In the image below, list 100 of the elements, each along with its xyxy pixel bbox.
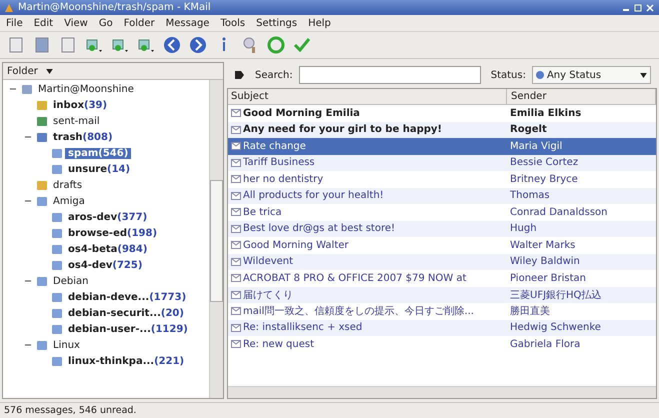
- subject-text: Good Morning Emilia: [243, 108, 360, 119]
- folder-item[interactable]: Martin@Moonshine: [35, 84, 137, 94]
- message-row[interactable]: 届けてくり 三菱UFJ銀行HQ払込: [228, 286, 656, 303]
- sender-text: Rogelt: [509, 124, 548, 136]
- message-row[interactable]: Re: installiksenc + xsed Hedwig Schwenke: [228, 320, 656, 336]
- envelope-icon: [231, 258, 241, 266]
- scrollbar[interactable]: [228, 386, 656, 398]
- message-row[interactable]: Be trica Conrad Danaldsson: [228, 204, 656, 220]
- menu-item[interactable]: Go: [98, 18, 113, 28]
- message-row[interactable]: ACROBAT 8 PRO & OFFICE 2007 $79 NOW at Pioneer Bristan: [228, 270, 656, 286]
- folder-item[interactable]: unsure(14): [65, 164, 134, 174]
- folder-item[interactable]: browse-ed(198): [65, 228, 160, 238]
- close-icon[interactable]: [645, 2, 655, 12]
- message-row[interactable]: Good Morning Emilia Emilia Elkins: [228, 105, 656, 122]
- folder-icon: [36, 195, 48, 207]
- search-field[interactable]: [298, 66, 481, 84]
- menu-item[interactable]: Folder: [124, 18, 155, 28]
- message-row[interactable]: mail問一致之、信頼度をしの提示、今日すご削除... 勝田直美: [228, 303, 656, 320]
- caret-icon: [46, 68, 53, 74]
- subject-text: mail問一致之、信頼度をしの提示、今日すご削除...: [243, 304, 474, 318]
- clear-icon[interactable]: [233, 69, 245, 81]
- message-row[interactable]: Wildevent Wiley Baldwin: [228, 254, 656, 270]
- sender-text: 三菱UFJ銀行HQ払込: [509, 288, 602, 302]
- next-icon[interactable]: [188, 35, 208, 55]
- folder-item[interactable]: debian-deve...(1773): [65, 292, 190, 302]
- sender-text: Hugh: [509, 223, 538, 234]
- folder-item[interactable]: Linux: [50, 340, 83, 350]
- message-row[interactable]: Rate change Maria Vigil: [228, 138, 656, 154]
- envelope-icon: [231, 274, 241, 282]
- subject-text: Tariff Business: [243, 157, 315, 168]
- folder-item[interactable]: spam(546): [65, 148, 132, 158]
- message-row[interactable]: Good Morning Walter Walter Marks: [228, 237, 656, 254]
- menu-item[interactable]: Tools: [220, 18, 246, 28]
- sender-text: Thomas: [509, 190, 551, 202]
- folder-item[interactable]: aros-dev(377): [65, 212, 150, 222]
- subject-text: Re: new quest: [243, 338, 314, 350]
- folder-item[interactable]: os4-beta(984): [65, 244, 150, 254]
- subject-text: Rate change: [243, 140, 306, 152]
- subject-text: Best love dr@gs at best store!: [243, 223, 396, 234]
- folder-item[interactable]: debian-user-...(1129): [65, 324, 191, 334]
- back-icon[interactable]: [162, 35, 182, 55]
- menu-item[interactable]: Help: [308, 18, 331, 28]
- folder-item[interactable]: trash(808): [50, 132, 116, 142]
- message-row[interactable]: Re: new quest Gabriela Flora: [228, 336, 656, 352]
- envelope-icon: [231, 158, 241, 167]
- menu-item[interactable]: View: [64, 18, 88, 28]
- folder-icon: [51, 163, 63, 175]
- folder-header[interactable]: Folder: [3, 63, 223, 80]
- folder-item[interactable]: Debian: [50, 276, 92, 286]
- search-label: Search:: [255, 70, 293, 80]
- subject-text: 届けてくり: [243, 288, 293, 302]
- app-icon: [4, 2, 14, 12]
- sender-text: Emilia Elkins: [509, 108, 582, 119]
- folder-icon: [36, 275, 48, 287]
- maximize-icon[interactable]: [633, 2, 643, 12]
- window-title: Martin@Moonshine/trash/spam - KMail: [18, 2, 211, 13]
- envelope-icon: [231, 241, 241, 250]
- folder-icon: [21, 83, 33, 95]
- sender-text: Bessie Cortez: [509, 157, 580, 168]
- message-row[interactable]: Tariff Business Bessie Cortez: [228, 154, 656, 171]
- sender-text: Pioneer Bristan: [509, 272, 587, 284]
- folder-item[interactable]: drafts: [50, 180, 86, 190]
- envelope-icon: [231, 340, 241, 348]
- folder-icon: [51, 307, 63, 319]
- menu-item[interactable]: File: [6, 18, 23, 28]
- menu-item[interactable]: Settings: [256, 18, 298, 28]
- envelope-icon: [231, 109, 241, 118]
- message-row[interactable]: her no dentistry Britney Bryce: [228, 171, 656, 188]
- folder-icon: [51, 323, 63, 335]
- envelope-icon: [231, 208, 241, 216]
- message-row[interactable]: Best love dr@gs at best store! Hugh: [228, 220, 656, 237]
- column-header[interactable]: Subject: [228, 89, 507, 104]
- folder-item[interactable]: linux-thinkpa...(221): [65, 356, 188, 366]
- subject-text: ACROBAT 8 PRO & OFFICE 2007 $79 NOW at: [243, 272, 466, 284]
- subject-text: All products for your health!: [243, 190, 384, 202]
- status-dropdown[interactable]: Any Status: [532, 66, 651, 84]
- folder-item[interactable]: debian-securit...(20): [65, 308, 187, 318]
- folder-item[interactable]: sent-mail: [50, 116, 103, 126]
- message-row[interactable]: All products for your health! Thomas: [228, 188, 656, 204]
- folder-item[interactable]: os4-dev(725): [65, 260, 146, 270]
- sender-text: Britney Bryce: [509, 174, 579, 185]
- column-header[interactable]: Sender: [507, 89, 656, 104]
- sender-text: Hedwig Schwenke: [509, 322, 602, 334]
- sender-text: Conrad Danaldsson: [509, 206, 608, 218]
- sender-text: Maria Vigil: [509, 140, 564, 152]
- scrollbar[interactable]: [209, 80, 223, 398]
- menu-item[interactable]: Edit: [34, 18, 54, 28]
- folder-icon: [51, 211, 63, 223]
- subject-text: Be trica: [243, 206, 282, 218]
- menu-item[interactable]: Message: [166, 18, 210, 28]
- envelope-icon: [231, 224, 241, 233]
- folder-icon: [36, 99, 48, 111]
- sender-text: 勝田直美: [509, 304, 551, 318]
- message-row[interactable]: Any need for your girl to be happy! Rogelt: [228, 122, 656, 138]
- check-icon[interactable]: [292, 35, 312, 55]
- folder-item[interactable]: inbox(39): [50, 100, 110, 110]
- envelope-icon: [231, 307, 241, 316]
- sender-text: Walter Marks: [509, 240, 576, 251]
- envelope-icon: [231, 175, 241, 184]
- folder-item[interactable]: Amiga: [50, 196, 88, 206]
